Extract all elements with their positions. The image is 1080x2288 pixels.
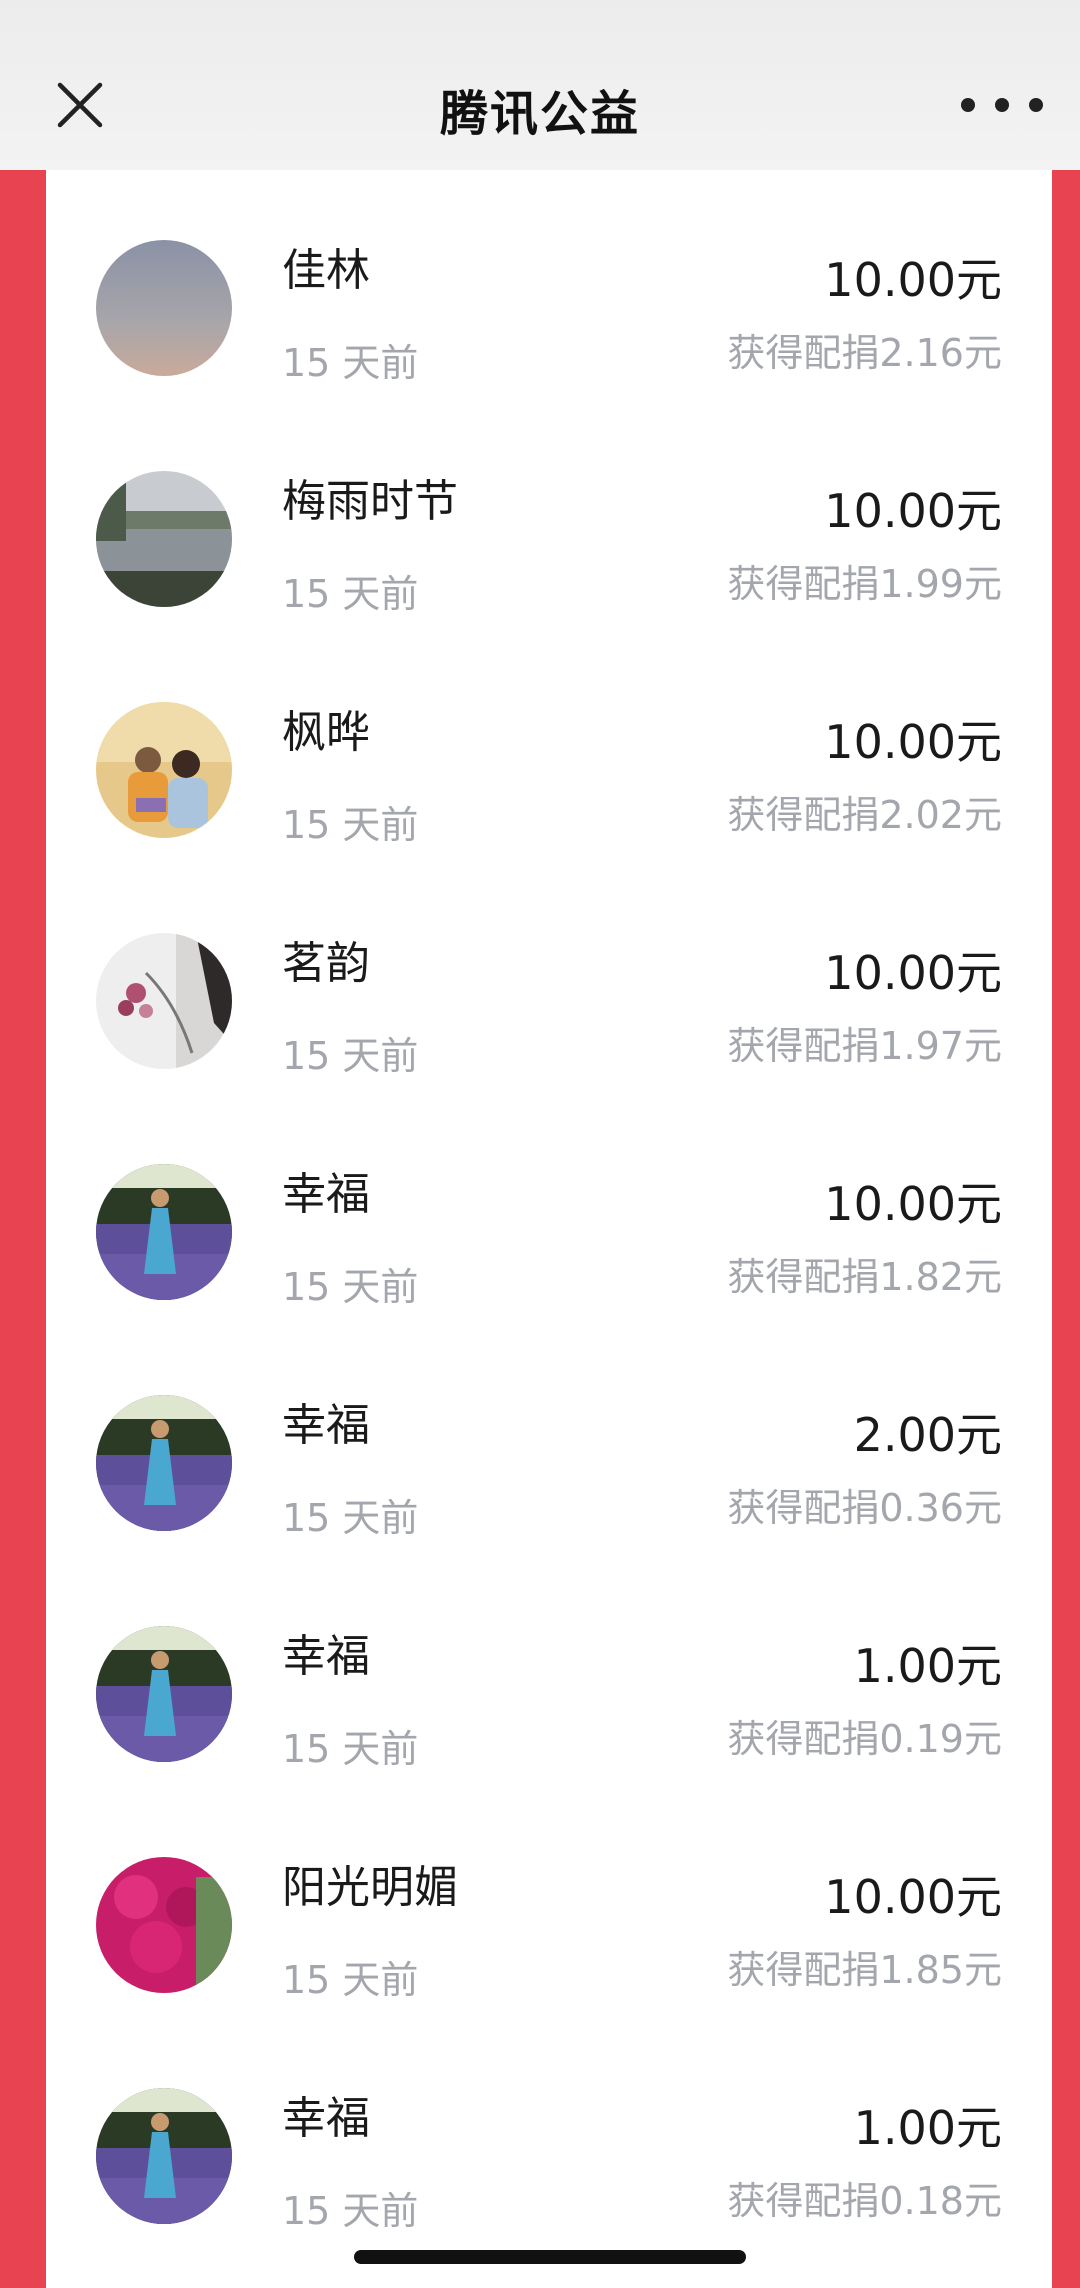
matched-donation: 获得配捐0.19元 — [727, 1717, 1002, 1761]
donor-name: 幸福 — [282, 1400, 370, 1451]
donation-amount: 2.00元 — [853, 1408, 1002, 1462]
donation-amount: 10.00元 — [824, 946, 1002, 1000]
donation-time: 15 天前 — [282, 1958, 419, 2002]
donation-time: 15 天前 — [282, 2189, 419, 2233]
donation-list: 佳林 15 天前 10.00元 获得配捐2.16元 梅雨时节 15 天前 10.… — [46, 170, 1052, 2288]
matched-donation: 获得配捐1.97元 — [727, 1024, 1002, 1068]
donation-time: 15 天前 — [282, 1034, 419, 1078]
donor-name: 茗韵 — [282, 938, 370, 989]
donor-name: 佳林 — [282, 245, 370, 296]
matched-donation: 获得配捐0.36元 — [727, 1486, 1002, 1530]
donation-amount: 10.00元 — [824, 253, 1002, 307]
donation-amount: 10.00元 — [824, 1177, 1002, 1231]
avatar — [96, 1857, 232, 1993]
donation-row[interactable]: 幸福 15 天前 10.00元 获得配捐1.82元 — [46, 1094, 1052, 1325]
donation-row[interactable]: 幸福 15 天前 1.00元 获得配捐0.18元 — [46, 2018, 1052, 2249]
donation-time: 15 天前 — [282, 572, 419, 616]
home-indicator[interactable] — [354, 2250, 746, 2264]
avatar — [96, 240, 232, 376]
matched-donation: 获得配捐2.02元 — [727, 793, 1002, 837]
donation-amount: 10.00元 — [824, 1870, 1002, 1924]
donor-name: 阳光明媚 — [282, 1862, 458, 1913]
page-border-left — [0, 170, 46, 2288]
avatar — [96, 702, 232, 838]
matched-donation: 获得配捐1.85元 — [727, 1948, 1002, 1992]
avatar — [96, 471, 232, 607]
donation-time: 15 天前 — [282, 1265, 419, 1309]
donation-time: 15 天前 — [282, 1496, 419, 1540]
more-dots-icon — [961, 98, 1043, 112]
more-options-button[interactable] — [952, 90, 1052, 120]
donation-row[interactable]: 茗韵 15 天前 10.00元 获得配捐1.97元 — [46, 863, 1052, 1094]
donation-time: 15 天前 — [282, 341, 419, 385]
donation-row[interactable]: 幸福 15 天前 1.00元 获得配捐0.19元 — [46, 1556, 1052, 1787]
donor-name: 幸福 — [282, 2093, 370, 2144]
donor-name: 梅雨时节 — [282, 476, 458, 527]
donation-amount: 1.00元 — [853, 1639, 1002, 1693]
donor-name: 幸福 — [282, 1631, 370, 1682]
donation-amount: 10.00元 — [824, 715, 1002, 769]
matched-donation: 获得配捐0.18元 — [727, 2179, 1002, 2223]
donor-name: 枫晔 — [282, 707, 370, 758]
matched-donation: 获得配捐1.82元 — [727, 1255, 1002, 1299]
donation-amount: 1.00元 — [853, 2101, 1002, 2155]
page-border-right — [1052, 170, 1080, 2288]
donation-time: 15 天前 — [282, 1727, 419, 1771]
donation-row[interactable]: 阳光明媚 15 天前 10.00元 获得配捐1.85元 — [46, 1787, 1052, 2018]
donation-row[interactable]: 幸福 15 天前 2.00元 获得配捐0.36元 — [46, 1325, 1052, 1556]
avatar — [96, 933, 232, 1069]
donation-amount: 10.00元 — [824, 484, 1002, 538]
donor-name: 幸福 — [282, 1169, 370, 1220]
avatar — [96, 1395, 232, 1531]
matched-donation: 获得配捐2.16元 — [727, 331, 1002, 375]
donation-time: 15 天前 — [282, 803, 419, 847]
page-title: 腾讯公益 — [439, 86, 640, 142]
matched-donation: 获得配捐1.99元 — [727, 562, 1002, 606]
donation-row[interactable]: 佳林 15 天前 10.00元 获得配捐2.16元 — [46, 170, 1052, 401]
donation-row[interactable]: 梅雨时节 15 天前 10.00元 获得配捐1.99元 — [46, 401, 1052, 632]
navigation-bar: 腾讯公益 — [0, 0, 1080, 170]
avatar — [96, 2088, 232, 2224]
avatar — [96, 1164, 232, 1300]
avatar — [96, 1626, 232, 1762]
donation-row[interactable]: 枫晔 15 天前 10.00元 获得配捐2.02元 — [46, 632, 1052, 863]
